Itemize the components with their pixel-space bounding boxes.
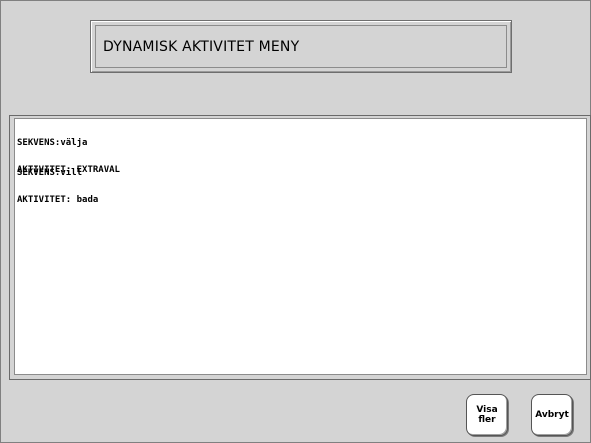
page-title: DYNAMISK AKTIVITET MENY xyxy=(103,39,300,55)
activity-list[interactable]: SEKVENS:välja AKTIVITET: EXTRAVAL SEKVEN… xyxy=(14,118,587,375)
list-item[interactable]: SEKVENS:vill AKTIVITET: bada xyxy=(17,151,98,223)
button-bar: Visa fler Avbryt xyxy=(1,379,590,442)
cancel-button[interactable]: Avbryt xyxy=(531,394,573,436)
cancel-label: Avbryt xyxy=(535,410,569,420)
activity-list-frame: SEKVENS:välja AKTIVITET: EXTRAVAL SEKVEN… xyxy=(9,115,591,380)
title-panel: DYNAMISK AKTIVITET MENY xyxy=(90,20,512,73)
sequence-line: SEKVENS:välja xyxy=(17,138,88,148)
app-window: DYNAMISK AKTIVITET MENY SEKVENS:välja AK… xyxy=(0,0,591,443)
show-more-label: Visa fler xyxy=(476,405,498,425)
sequence-line: SEKVENS:vill xyxy=(17,168,83,178)
show-more-button[interactable]: Visa fler xyxy=(466,394,508,436)
activity-line: AKTIVITET: bada xyxy=(17,195,99,205)
title-panel-inner: DYNAMISK AKTIVITET MENY xyxy=(95,25,507,68)
